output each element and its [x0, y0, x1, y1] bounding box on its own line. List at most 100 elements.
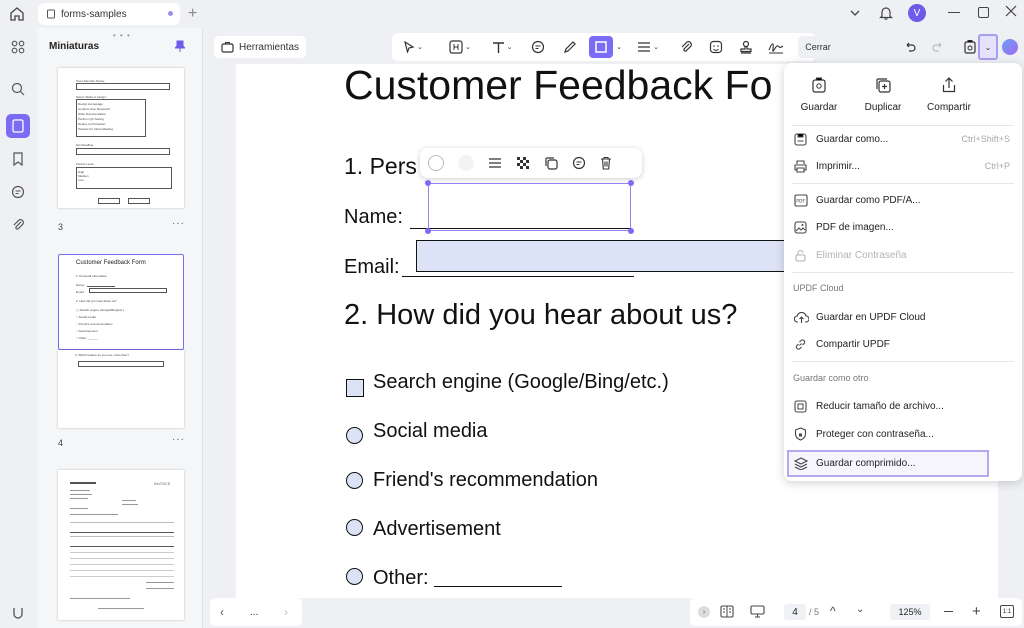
social-media-radio[interactable] — [346, 427, 363, 444]
actual-size-icon[interactable]: 1:1 — [1000, 605, 1014, 618]
view-controls-bar: › 4 / 5 ^ ⌄ 125% + 1:1 — [690, 598, 1022, 626]
text-field-icon[interactable]: ⌄ — [446, 36, 474, 58]
field-properties-toolbar — [420, 148, 642, 178]
resize-handle-icon[interactable]: • • • — [113, 31, 131, 40]
attach-tool-icon[interactable] — [676, 36, 696, 58]
thumbnail-page-4[interactable]: Customer Feedback Form 1. Personal Infor… — [58, 254, 184, 350]
chevron-down-icon[interactable] — [849, 7, 861, 19]
herramientas-button[interactable]: Herramientas — [214, 36, 306, 58]
action-label: Duplicar — [864, 102, 902, 113]
herramientas-label: Herramientas — [238, 41, 300, 53]
menu-item-label: Guardar comprimido... — [816, 457, 916, 469]
border-color-icon[interactable] — [428, 155, 444, 171]
menu-item-imprimir[interactable]: Imprimir... Ctrl+P — [792, 153, 1014, 179]
stamp-icon[interactable] — [736, 36, 756, 58]
pages-icon[interactable] — [6, 114, 30, 138]
page-number-input[interactable]: 4 — [784, 604, 806, 620]
new-tab-plus-icon[interactable]: + — [188, 5, 197, 23]
menu-item-guardar-como[interactable]: Guardar como... Ctrl+Shift+S — [792, 126, 1014, 152]
document-tab[interactable]: forms-samples — [38, 3, 180, 25]
trash-icon[interactable] — [600, 156, 612, 170]
section-label: Guardar como otro — [793, 373, 869, 383]
page-more-icon[interactable]: ··· — [172, 218, 185, 229]
bell-icon[interactable] — [879, 5, 893, 21]
maximize-icon[interactable] — [978, 7, 989, 18]
redo-icon[interactable] — [928, 36, 948, 58]
undo-icon[interactable] — [900, 36, 920, 58]
page-nav-bar: ‹ ... › — [210, 598, 302, 626]
share-icon — [942, 77, 956, 93]
pin-icon[interactable] — [175, 40, 185, 52]
fill-color-icon[interactable] — [458, 155, 474, 171]
email-input[interactable] — [416, 240, 796, 272]
duplicar-action[interactable]: Duplicar — [856, 77, 910, 113]
close-icon[interactable] — [1005, 5, 1017, 17]
advertisement-radio[interactable] — [346, 519, 363, 536]
action-label: Compartir — [927, 102, 971, 113]
ai-assistant-icon[interactable] — [1002, 39, 1018, 55]
save-menu-chevron-icon[interactable]: ⌄ — [978, 34, 998, 60]
save-icon[interactable] — [960, 36, 980, 58]
guardar-action[interactable]: Guardar — [792, 77, 846, 113]
thumbnail-page-4-lower: 3. Which feature do you use most often? — [58, 350, 184, 428]
line-weight-icon[interactable] — [488, 157, 502, 169]
menu-item-label: Guardar como PDF/A... — [816, 194, 921, 206]
duplicate-icon[interactable] — [544, 156, 558, 170]
compartir-action[interactable]: Compartir — [922, 77, 976, 113]
thumbnail-page-5[interactable]: INVOICE — [58, 470, 184, 620]
zoom-out-icon[interactable] — [944, 611, 953, 613]
pdfa-icon: PDF — [794, 193, 808, 207]
text-tool-icon[interactable]: ⌄ — [488, 36, 516, 58]
comment-tool-icon[interactable] — [528, 36, 548, 58]
menu-item-label: Guardar en UPDF Cloud — [816, 311, 926, 323]
cerrar-button[interactable]: Cerrar — [798, 36, 838, 58]
page-more-icon[interactable]: ··· — [172, 434, 185, 445]
menu-item-pdfa[interactable]: PDF Guardar como PDF/A... — [792, 187, 1014, 213]
email-label: Email: — [344, 256, 400, 278]
grid-icon[interactable] — [9, 38, 27, 56]
search-engine-checkbox[interactable] — [346, 379, 364, 397]
opacity-icon[interactable] — [516, 156, 530, 170]
menu-item-proteger-contrasena[interactable]: Proteger con contraseña... — [792, 421, 1014, 447]
attachment-icon[interactable] — [9, 216, 27, 234]
minimize-icon[interactable] — [948, 12, 960, 13]
selected-text-field[interactable] — [425, 180, 634, 234]
page-down-icon[interactable]: ⌄ — [856, 604, 864, 615]
select-cursor-icon[interactable]: ⌄ — [400, 36, 426, 58]
search-icon[interactable] — [9, 80, 27, 98]
zoom-in-icon[interactable]: + — [972, 603, 981, 620]
other-radio[interactable] — [346, 568, 363, 585]
signature-icon[interactable] — [764, 36, 788, 58]
comment-icon[interactable] — [9, 183, 27, 201]
thumbnail-page-3[interactable]: Team Member Name: Select Tasks to Assign… — [58, 68, 184, 208]
image-pdf-icon — [794, 220, 807, 234]
updf-logo-icon[interactable] — [9, 604, 27, 622]
avatar[interactable]: V — [908, 4, 926, 22]
pen-icon[interactable] — [560, 36, 580, 58]
presentation-icon[interactable] — [750, 605, 765, 618]
bookmark-icon[interactable] — [9, 150, 27, 168]
save-dropdown-menu: Guardar Duplicar Compartir Guardar como.… — [784, 63, 1022, 481]
zoom-input[interactable]: 125% — [890, 604, 930, 620]
menu-item-reducir-tamano[interactable]: Reducir tamaño de archivo... — [792, 393, 1014, 419]
chevron-down-icon[interactable]: ⌄ — [614, 36, 624, 58]
section-heading: 2. How did you hear about us? — [344, 299, 738, 331]
rectangle-tool-icon[interactable] — [589, 36, 613, 58]
home-icon[interactable] — [9, 6, 25, 22]
prev-icon[interactable]: ‹ — [220, 605, 224, 619]
more-label[interactable]: ... — [250, 607, 258, 618]
sticker-icon[interactable] — [706, 36, 726, 58]
menu-item-guardar-comprimido[interactable]: Guardar comprimido... — [792, 450, 1014, 476]
menu-item-compartir-updf[interactable]: Compartir UPDF — [792, 331, 1014, 357]
option-label: Other: — [373, 567, 429, 589]
menu-item-guardar-cloud[interactable]: Guardar en UPDF Cloud — [792, 304, 1014, 330]
measure-icon[interactable]: ⌄ — [634, 36, 662, 58]
friend-recommendation-radio[interactable] — [346, 472, 363, 489]
next-icon[interactable]: › — [284, 605, 288, 619]
collapse-icon[interactable]: › — [698, 606, 710, 618]
panel-title: Miniaturas — [49, 41, 100, 52]
page-layout-icon[interactable] — [720, 605, 734, 618]
menu-item-pdf-imagen[interactable]: PDF de imagen... — [792, 214, 1014, 240]
comment-icon[interactable] — [572, 156, 586, 170]
page-up-icon[interactable]: ^ — [830, 604, 836, 618]
